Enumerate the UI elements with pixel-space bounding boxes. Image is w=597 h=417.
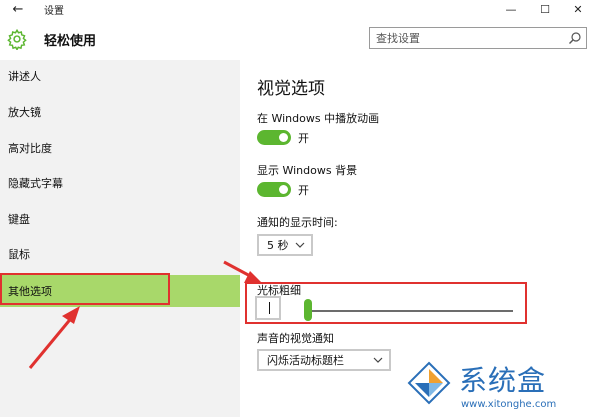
background-toggle[interactable] xyxy=(257,182,291,197)
animations-toggle[interactable] xyxy=(257,130,291,145)
close-button[interactable]: ✕ xyxy=(563,0,593,18)
watermark-name: 系统盒 xyxy=(459,364,547,397)
notification-time-label: 通知的显示时间: xyxy=(257,216,338,229)
watermark-url: www.xitonghe.com xyxy=(461,399,557,410)
sidebar-item-label: 隐藏式字幕 xyxy=(8,177,63,190)
notification-time-value: 5 秒 xyxy=(267,239,289,252)
sidebar-item-keyboard[interactable]: 键盘 xyxy=(0,203,240,235)
title-bar: ← 设置 — ☐ ✕ xyxy=(0,0,597,18)
animations-state: 开 xyxy=(298,132,309,145)
animations-label: 在 Windows 中播放动画 xyxy=(257,112,380,125)
sidebar-item-label: 键盘 xyxy=(8,213,30,226)
search-input[interactable] xyxy=(370,28,566,48)
toggle-knob xyxy=(279,185,288,194)
chevron-down-icon xyxy=(295,242,305,248)
minimize-button[interactable]: — xyxy=(496,0,526,18)
section-title: 视觉选项 xyxy=(257,79,325,99)
maximize-button[interactable]: ☐ xyxy=(530,0,560,18)
sidebar: 讲述人 放大镜 高对比度 隐藏式字幕 键盘 鼠标 其他选项 xyxy=(0,60,240,417)
sidebar-item-high-contrast[interactable]: 高对比度 xyxy=(0,132,240,164)
sidebar-item-mouse[interactable]: 鼠标 xyxy=(0,238,240,270)
sidebar-item-magnifier[interactable]: 放大镜 xyxy=(0,96,240,128)
sidebar-item-narrator[interactable]: 讲述人 xyxy=(0,60,240,92)
sidebar-item-label: 高对比度 xyxy=(8,142,52,155)
background-label: 显示 Windows 背景 xyxy=(257,164,358,177)
back-button[interactable]: ← xyxy=(6,0,30,18)
search-box[interactable] xyxy=(369,27,587,49)
sidebar-item-label: 放大镜 xyxy=(8,106,41,119)
annotation-highlight-cursor xyxy=(245,282,527,324)
sidebar-item-closed-captions[interactable]: 隐藏式字幕 xyxy=(0,167,240,199)
visual-alert-label: 声音的视觉通知 xyxy=(257,332,334,345)
annotation-highlight-sidebar xyxy=(0,273,170,305)
sidebar-item-label: 讲述人 xyxy=(8,70,41,83)
background-state: 开 xyxy=(298,184,309,197)
watermark: 系统盒 www.xitonghe.com xyxy=(405,355,595,415)
window-title: 设置 xyxy=(44,6,64,17)
chevron-down-icon xyxy=(373,357,383,363)
sidebar-item-label: 鼠标 xyxy=(8,248,30,261)
visual-alert-dropdown[interactable]: 闪烁活动标题栏 xyxy=(257,349,391,371)
visual-alert-value: 闪烁活动标题栏 xyxy=(267,354,344,367)
app-header: 轻松使用 xyxy=(0,18,597,60)
toggle-knob xyxy=(279,133,288,142)
watermark-logo-icon xyxy=(407,361,451,405)
page-title: 轻松使用 xyxy=(44,34,97,49)
gear-icon xyxy=(7,28,27,50)
notification-time-dropdown[interactable]: 5 秒 xyxy=(257,234,313,256)
search-icon[interactable] xyxy=(568,31,582,45)
